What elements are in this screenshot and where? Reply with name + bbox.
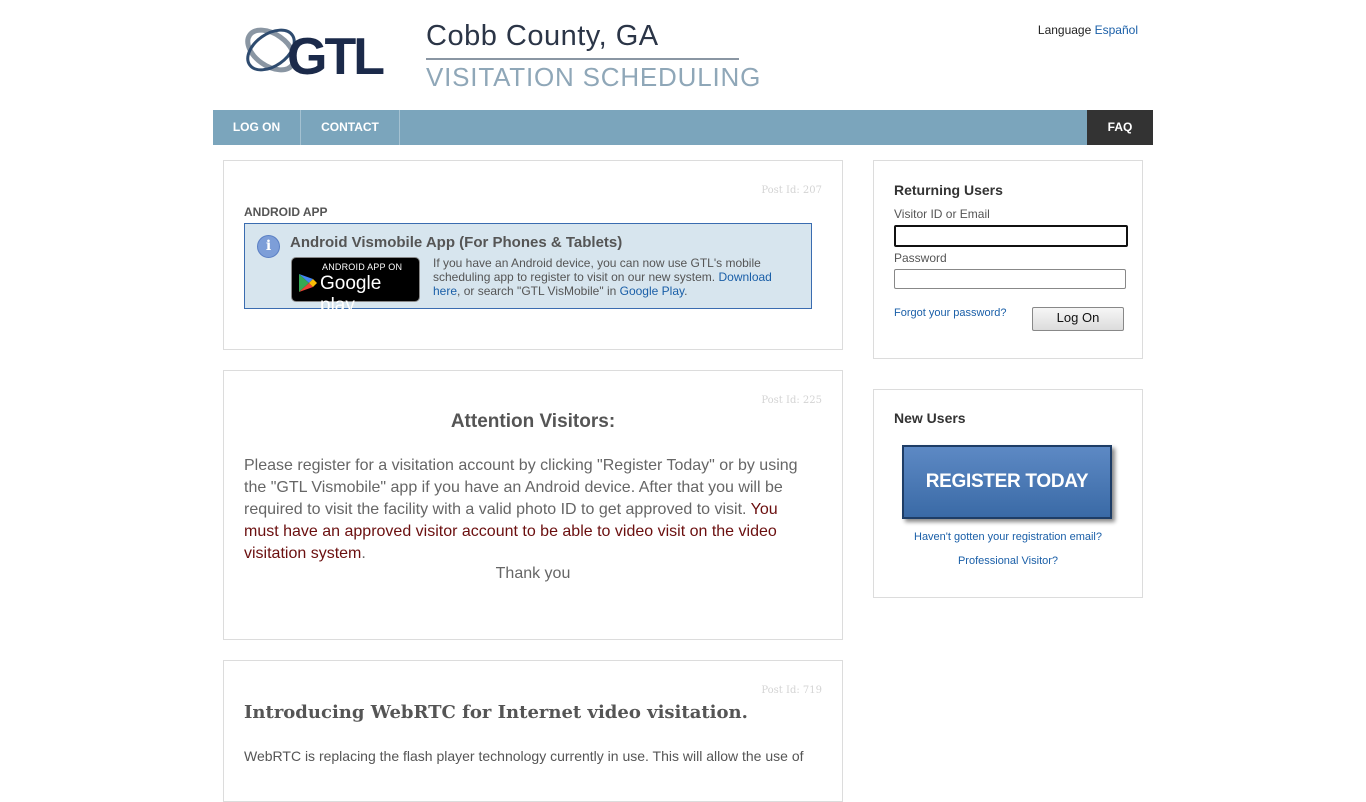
- password-label: Password: [894, 251, 947, 265]
- returning-users-panel: Returning Users Visitor ID or Email Pass…: [873, 160, 1143, 359]
- language-label: Language: [1037, 23, 1092, 37]
- gtl-logo: GTL: [243, 18, 413, 86]
- post-id: Post Id: 719: [761, 685, 822, 696]
- google-play-badge[interactable]: ANDROID APP ON Google play: [291, 257, 420, 316]
- post-android-app: Post Id: 207 ANDROID APP i Android Vismo…: [223, 160, 843, 350]
- new-users-panel: New Users REGISTER TODAY Haven't gotten …: [873, 389, 1143, 598]
- nav-faq[interactable]: FAQ: [1087, 110, 1153, 145]
- post-heading: ANDROID APP: [244, 205, 328, 219]
- info-text-part: .: [684, 284, 688, 298]
- password-input[interactable]: [894, 269, 1126, 289]
- post-heading: Introducing WebRTC for Internet video vi…: [244, 702, 748, 723]
- post-body: Please register for a visitation account…: [244, 455, 814, 565]
- forgot-password-link[interactable]: Forgot your password?: [894, 307, 1007, 319]
- post-attention-visitors: Post Id: 225 Attention Visitors: Please …: [223, 370, 843, 640]
- post-id: Post Id: 207: [761, 185, 822, 196]
- info-box: i Android Vismobile App (For Phones & Ta…: [244, 223, 812, 316]
- info-text: If you have an Android device, you can n…: [433, 256, 793, 298]
- language-link-espanol[interactable]: Español: [1095, 23, 1138, 37]
- badge-bottom-text: Google play: [320, 273, 382, 316]
- info-icon: i: [257, 235, 280, 258]
- google-play-icon: [299, 274, 317, 292]
- main-nav: LOG ON CONTACT FAQ: [213, 110, 1153, 145]
- site-subtitle: VISITATION SCHEDULING: [426, 62, 762, 92]
- post-body: WebRTC is replacing the flash player tec…: [244, 748, 804, 764]
- visitor-id-input[interactable]: [894, 225, 1128, 247]
- body-text: Please register for a visitation account…: [244, 457, 798, 518]
- info-text-part: If you have an Android device, you can n…: [433, 256, 761, 284]
- nav-logon[interactable]: LOG ON: [213, 110, 301, 145]
- visitor-id-label: Visitor ID or Email: [894, 207, 990, 221]
- professional-visitor-link[interactable]: Professional Visitor?: [874, 555, 1142, 567]
- info-text-part: , or search "GTL VisMobile" in: [457, 284, 620, 298]
- nav-contact[interactable]: CONTACT: [301, 110, 400, 145]
- language-selector: Language Español: [1038, 23, 1138, 37]
- info-box-title: Android Vismobile App (For Phones & Tabl…: [290, 234, 623, 251]
- log-on-button[interactable]: Log On: [1032, 307, 1124, 331]
- county-title: Cobb County, GA: [426, 20, 659, 52]
- post-webrtc: Post Id: 719 Introducing WebRTC for Inte…: [223, 660, 843, 802]
- google-play-link[interactable]: Google Play: [620, 284, 684, 298]
- thank-you-text: Thank you: [495, 565, 571, 582]
- post-heading: Attention Visitors:: [450, 411, 616, 432]
- body-text-end: .: [361, 545, 366, 562]
- post-id: Post Id: 225: [761, 395, 822, 406]
- returning-users-heading: Returning Users: [894, 182, 1003, 198]
- registration-email-link[interactable]: Haven't gotten your registration email?: [874, 531, 1142, 543]
- title-divider: [426, 58, 739, 60]
- badge-top-text: ANDROID APP ON: [322, 262, 403, 272]
- new-users-heading: New Users: [894, 410, 966, 426]
- register-today-button[interactable]: REGISTER TODAY: [902, 445, 1112, 519]
- logo-text: GTL: [287, 28, 384, 84]
